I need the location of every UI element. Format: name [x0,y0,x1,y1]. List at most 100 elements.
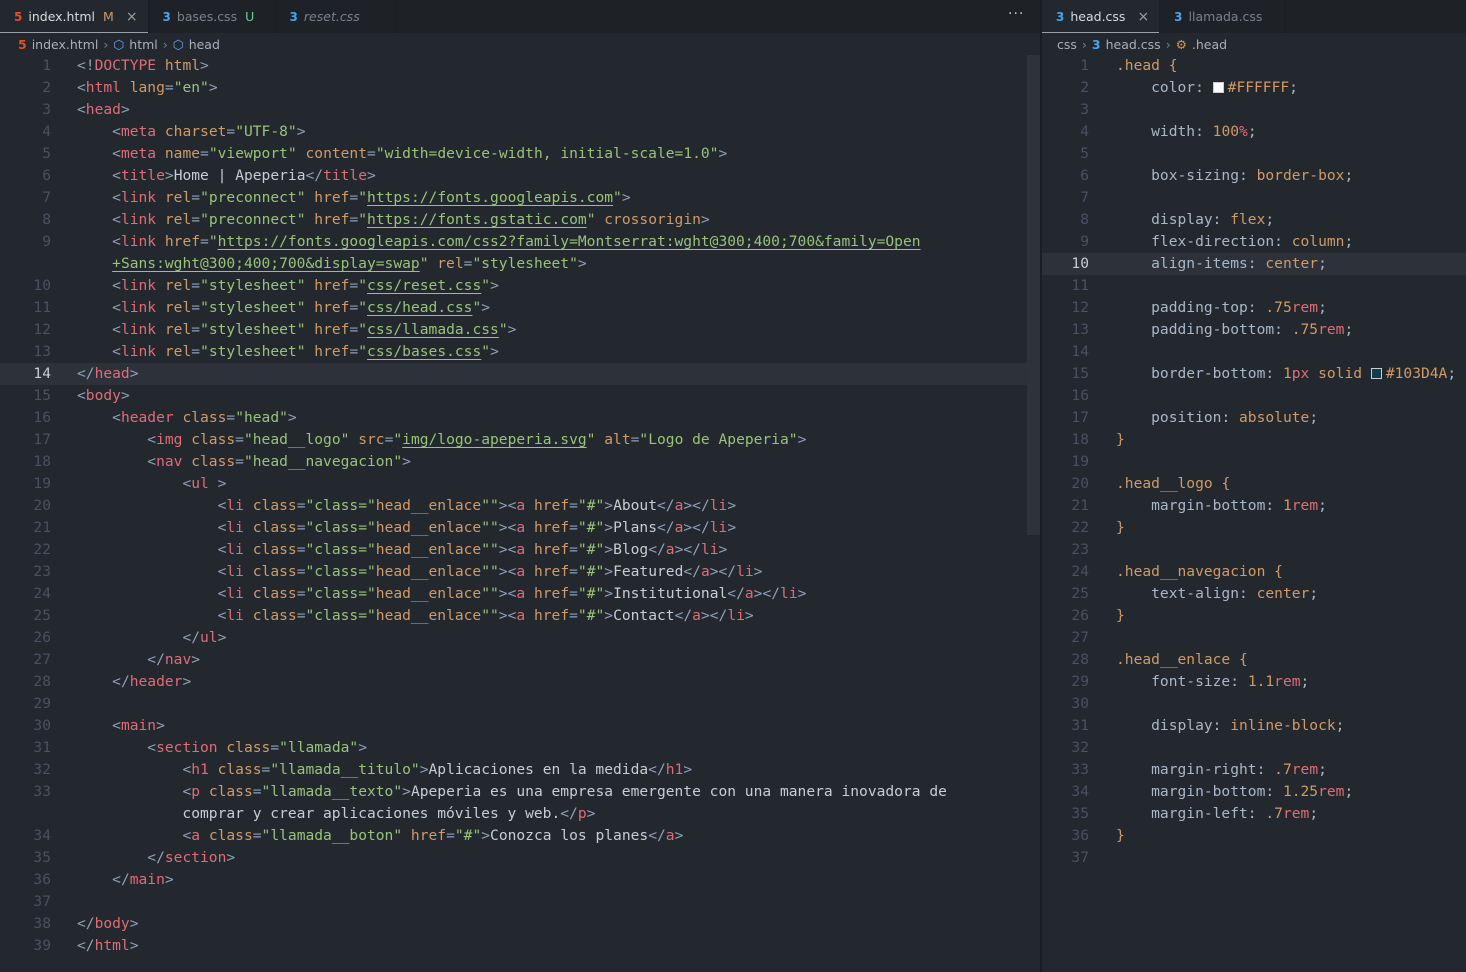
breadcrumb-item[interactable]: .head [1192,37,1227,52]
code-line[interactable]: 5 [1042,143,1466,165]
code-content: <li class="class="head__enlace""><a href… [77,561,763,583]
tab-reset-css[interactable]: 3 reset.css [276,0,396,33]
code-line[interactable]: 16 [1042,385,1466,407]
code-line[interactable]: 24 <li class="class="head__enlace""><a h… [0,583,1027,605]
code-line[interactable]: 16 <header class="head"> [0,407,1027,429]
code-line[interactable]: 37 [1042,847,1466,869]
code-line[interactable]: 34 <a class="llamada__boton" href="#">Co… [0,825,1027,847]
code-line[interactable]: 10 <link rel="stylesheet" href="css/rese… [0,275,1027,297]
code-line[interactable]: 27 </nav> [0,649,1027,671]
code-line[interactable]: 37 [0,891,1027,913]
color-swatch[interactable] [1370,368,1382,379]
code-line[interactable]: 3 <head> [0,99,1027,121]
code-line[interactable]: 1 .head { [1042,55,1466,77]
code-line[interactable]: 12 <link rel="stylesheet" href="css/llam… [0,319,1027,341]
code-line[interactable]: 35 margin-left: .7rem; [1042,803,1466,825]
code-line[interactable]: 36} [1042,825,1466,847]
code-line[interactable]: 24 .head__navegacion { [1042,561,1466,583]
code-line[interactable]: 30 <main> [0,715,1027,737]
code-line[interactable]: 22 <li class="class="head__enlace""><a h… [0,539,1027,561]
breadcrumb-item[interactable]: index.html [32,37,99,52]
code-line[interactable]: 1 <!DOCTYPE html> [0,55,1027,77]
code-token: name [156,145,201,162]
code-line[interactable]: 14 </head> [0,363,1027,385]
code-line[interactable]: 12 padding-top: .75rem; [1042,297,1466,319]
code-line[interactable]: 32 [1042,737,1466,759]
more-actions-icon[interactable]: ··· [1008,6,1024,22]
code-line[interactable]: 2 color: #FFFFFF; [1042,77,1466,99]
color-swatch[interactable] [1212,82,1224,93]
code-line[interactable]: 13 <link rel="stylesheet" href="css/base… [0,341,1027,363]
breadcrumb-item[interactable]: head [189,37,220,52]
code-line[interactable]: 13 padding-bottom: .75rem; [1042,319,1466,341]
code-line[interactable]: 22} [1042,517,1466,539]
breadcrumb-item[interactable]: html [129,37,157,52]
code-line[interactable]: 31 display: inline-block; [1042,715,1466,737]
code-line[interactable]: 29 font-size: 1.1rem; [1042,671,1466,693]
scrollbar[interactable] [1027,55,1040,535]
code-line[interactable]: 28 .head__enlace { [1042,649,1466,671]
line-number: 36 [33,871,51,888]
code-line[interactable]: 9 flex-direction: column; [1042,231,1466,253]
code-line[interactable]: 25 text-align: center; [1042,583,1466,605]
code-line[interactable]: 20 <li class="class="head__enlace""><a h… [0,495,1027,517]
code-line[interactable]: 19 <ul > [0,473,1027,495]
code-line[interactable]: 11 <link rel="stylesheet" href="css/head… [0,297,1027,319]
tab-llamada-css[interactable]: 3 llamada.css [1160,0,1287,33]
code-line[interactable]: 33 <p class="llamada__texto">Apeperia es… [0,781,1027,803]
code-line[interactable]: 5 <meta name="viewport" content="width=d… [0,143,1027,165]
close-icon[interactable]: × [1137,9,1149,25]
code-line[interactable]: 11 [1042,275,1466,297]
code-line[interactable]: 15 border-bottom: 1px solid #103D4A; [1042,363,1466,385]
code-line[interactable]: 7 [1042,187,1466,209]
code-line[interactable]: 39 </html> [0,935,1027,957]
code-line[interactable]: 15 <body> [0,385,1027,407]
breadcrumb-item[interactable]: head.css [1106,37,1161,52]
code-line[interactable]: 27 [1042,627,1466,649]
code-line[interactable]: 18 <nav class="head__navegacion"> [0,451,1027,473]
code-line[interactable]: 30 [1042,693,1466,715]
code-line[interactable]: 25 <li class="class="head__enlace""><a h… [0,605,1027,627]
code-line[interactable]: 17 <img class="head__logo" src="img/logo… [0,429,1027,451]
code-line[interactable]: 4 <meta charset="UTF-8"> [0,121,1027,143]
css-editor[interactable]: 1 .head {2 color: #FFFFFF; 3 4 width: 100%;… [1042,55,1466,869]
code-line[interactable]: 28 </header> [0,671,1027,693]
code-line[interactable]: 31 <section class="llamada"> [0,737,1027,759]
code-line[interactable]: 32 <h1 class="llamada__titulo">Aplicacio… [0,759,1027,781]
code-line[interactable]: 33 margin-right: .7rem; [1042,759,1466,781]
code-line[interactable]: 23 <li class="class="head__enlace""><a h… [0,561,1027,583]
close-icon[interactable]: × [126,9,138,25]
code-line[interactable]: 26} [1042,605,1466,627]
code-line[interactable]: 7 <link rel="preconnect" href="https://f… [0,187,1027,209]
code-line[interactable]: 6 box-sizing: border-box; [1042,165,1466,187]
code-line[interactable]: 10 align-items: center; [1042,253,1466,275]
code-line[interactable]: +Sans:wght@300;400;700&display=swap" rel… [0,253,1027,275]
code-line[interactable]: 8 display: flex; [1042,209,1466,231]
code-line[interactable]: 19 [1042,451,1466,473]
code-line[interactable]: 20 .head__logo { [1042,473,1466,495]
code-line[interactable]: 36 </main> [0,869,1027,891]
code-line[interactable]: 4 width: 100%; [1042,121,1466,143]
code-line[interactable]: 6 <title>Home | Apeperia</title> [0,165,1027,187]
code-line[interactable]: 2 <html lang="en"> [0,77,1027,99]
code-line[interactable]: 34 margin-bottom: 1.25rem; [1042,781,1466,803]
html-editor[interactable]: 1 <!DOCTYPE html> 2 <html lang="en"> 3 <head>… [0,55,1027,957]
code-line[interactable]: 3 [1042,99,1466,121]
code-line[interactable]: 38 </body> [0,913,1027,935]
code-line[interactable]: 35 </section> [0,847,1027,869]
code-line[interactable]: 29 [0,693,1027,715]
breadcrumb-item[interactable]: css [1057,37,1077,52]
tab-index-html[interactable]: 5 index.html M × [0,0,149,33]
code-line[interactable]: 14 [1042,341,1466,363]
code-line[interactable]: 9 <link href="https://fonts.googleapis.c… [0,231,1027,253]
code-line[interactable]: 17 position: absolute; [1042,407,1466,429]
tab-head-css[interactable]: 3 head.css × [1042,0,1161,33]
code-line[interactable]: 23 [1042,539,1466,561]
code-line[interactable]: comprar y crear aplicaciones móviles y w… [0,803,1027,825]
code-line[interactable]: 21 <li class="class="head__enlace""><a h… [0,517,1027,539]
tab-bases-css[interactable]: 3 bases.css U [149,0,276,33]
code-line[interactable]: 26 </ul> [0,627,1027,649]
code-line[interactable]: 21 margin-bottom: 1rem; [1042,495,1466,517]
code-line[interactable]: 8 <link rel="preconnect" href="https://f… [0,209,1027,231]
code-line[interactable]: 18} [1042,429,1466,451]
